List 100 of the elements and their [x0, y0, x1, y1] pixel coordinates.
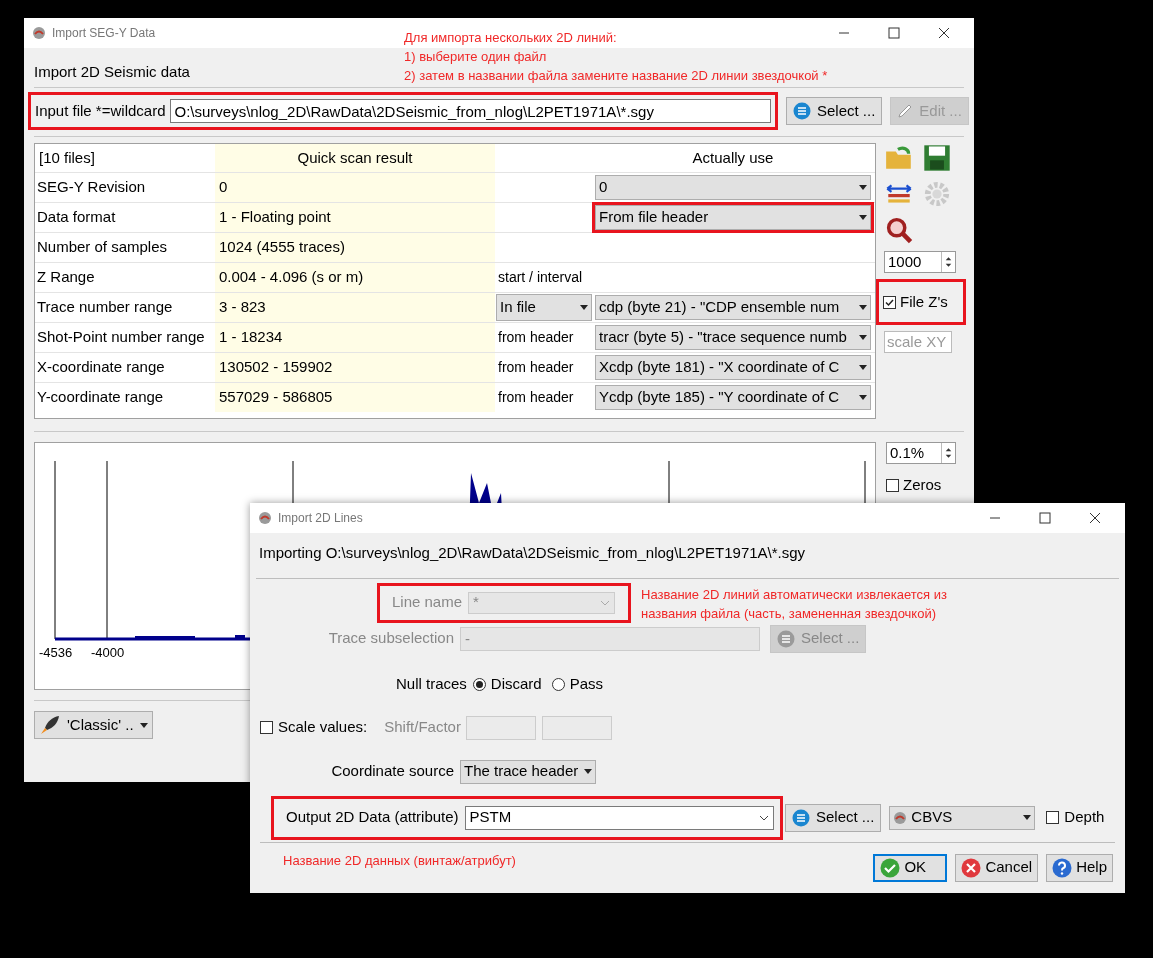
help-icon	[1052, 857, 1073, 878]
use-dropdown[interactable]: Ycdp (byte 185) - "Y coordinate of C	[595, 385, 871, 410]
list-icon	[793, 102, 811, 120]
caret-icon	[1023, 815, 1032, 820]
column-header: Quick scan result	[215, 144, 495, 172]
table-cell-text: start / interval	[497, 268, 584, 287]
table-cell-text: from header	[497, 328, 575, 347]
pencil-icon	[897, 103, 914, 119]
radio-button[interactable]	[551, 678, 565, 691]
radio-label: Discard	[490, 674, 542, 695]
close-icon[interactable]	[938, 27, 950, 39]
output-dropdown[interactable]: PSTM	[464, 805, 774, 830]
select-button[interactable]: Select ...	[785, 803, 882, 832]
cancel-icon	[961, 857, 982, 878]
caret-icon	[859, 395, 867, 400]
checkbox[interactable]	[1046, 811, 1060, 824]
app-icon	[258, 511, 272, 525]
field-label: Output 2D Data (attribute)	[286, 807, 460, 828]
checkbox[interactable]	[260, 721, 273, 734]
use-dropdown[interactable]: tracr (byte 5) - "trace sequence numb	[595, 325, 871, 350]
annotation-text: Название 2D данных (винтаж/атрибут)	[283, 851, 516, 870]
source-dropdown[interactable]: In file	[496, 294, 592, 321]
caret-icon	[580, 305, 588, 310]
dialog-button[interactable]: Cancel	[955, 853, 1039, 882]
checkbox-label: File Z's	[900, 291, 948, 312]
use-dropdown[interactable]: Xcdp (byte 181) - "X coordinate of C	[595, 355, 871, 380]
axis-tick-label: -4536	[39, 645, 73, 660]
caret-icon	[584, 769, 593, 774]
coordinate-source-dropdown[interactable]: The trace header	[460, 759, 597, 784]
table-cell: 0.004 - 4.096 (s or m)	[215, 263, 495, 292]
table-cell-text: Y-coordinate range	[36, 387, 165, 408]
select-button[interactable]: Select ...	[786, 97, 883, 125]
spin-field[interactable]: 0.1%	[886, 442, 956, 464]
spin-field[interactable]: 1000	[884, 251, 956, 273]
radio-label: Pass	[569, 674, 604, 695]
checkbox-label: Zeros	[903, 475, 942, 495]
use-dropdown[interactable]: 0	[595, 175, 871, 200]
checkbox-label: Scale values:	[278, 717, 368, 738]
table-cell-text: Shot-Point number range	[36, 327, 206, 348]
axis-tick-label: -4000	[91, 645, 125, 660]
caret-icon	[859, 215, 867, 220]
annotation-text: 1) выберите один файл	[404, 48, 548, 66]
table-cell: 1 - 18234	[215, 323, 495, 352]
checkbox[interactable]	[883, 295, 896, 309]
window-title: Import 2D Lines	[278, 510, 363, 527]
classic-button[interactable]: 'Classic' ..	[34, 711, 153, 739]
radio-button[interactable]	[472, 678, 486, 691]
format-dropdown[interactable]: CBVS	[889, 805, 1036, 830]
table-cell: 1024 (4555 traces)	[215, 233, 495, 262]
table-cell: 557029 - 586805	[215, 383, 495, 412]
column-header: [10 files]	[38, 147, 96, 168]
field-label: Line name	[392, 592, 464, 613]
annotation-text: названия файла (часть, замененная звездочкой)	[641, 604, 937, 623]
use-dropdown[interactable]: From file header	[595, 205, 871, 230]
dialog-button[interactable]: Help	[1046, 853, 1113, 882]
table-cell: 1 - Floating point	[215, 203, 495, 232]
caret-icon	[859, 365, 867, 370]
dialog-button[interactable]: OK	[873, 853, 948, 882]
table-cell-text: Data format	[36, 207, 117, 228]
scale-xy-field[interactable]: scale XY	[884, 331, 952, 353]
checkbox[interactable]	[886, 478, 899, 492]
input-file-field[interactable]: O:\surveys\nlog_2D\RawData\2DSeismic_from_nlog\L2PET1971A\*.sgy	[169, 99, 771, 123]
table-cell: 3 - 823	[215, 293, 495, 322]
table-cell-text: Z Range	[36, 267, 96, 288]
table-cell-text: Number of samples	[36, 237, 169, 258]
caret-icon	[139, 722, 148, 728]
annotation-text: Для импорта нескольких 2D линий:	[404, 29, 618, 47]
annotation-text: Название 2D линий автоматически извлекается из	[641, 585, 947, 604]
magnifier-icon[interactable]	[884, 215, 914, 245]
list-icon	[777, 629, 795, 648]
table-cell-text: X-coordinate range	[36, 357, 166, 378]
caret-icon	[859, 185, 867, 190]
importing-text: Importing O:\surveys\nlog_2D\RawData\2DSeismic_from_nlog\L2PET1971A\*.sgy	[258, 543, 807, 563]
close-icon[interactable]	[1089, 512, 1101, 524]
app-icon	[893, 810, 908, 825]
use-dropdown[interactable]: cdp (byte 21) - "CDP ensemble num	[595, 295, 871, 320]
table-cell-text: SEG-Y Revision	[36, 177, 147, 198]
field-label: Trace subselection	[327, 628, 455, 649]
field-label: Shift/Factor	[384, 717, 461, 738]
caret-icon	[859, 335, 867, 340]
chevron-icon	[759, 814, 769, 821]
table-cell-text: from header	[497, 358, 575, 377]
field-label: Null traces	[396, 674, 467, 695]
table-cell: 130502 - 159902	[215, 353, 495, 382]
field-label: Input file *=wildcard	[35, 100, 166, 121]
dialog-heading: Import 2D Seismic data	[34, 63, 190, 80]
maximize-icon[interactable]	[1039, 512, 1051, 524]
caret-icon	[859, 305, 867, 310]
list-icon	[792, 808, 810, 827]
check-icon	[880, 857, 901, 878]
table-cell: 0	[215, 173, 495, 202]
annotation-text: 2) затем в названии файла замените название 2D линии звездочкой *	[404, 67, 828, 85]
chevron-icon	[600, 599, 611, 606]
checkbox-label: Depth	[1064, 807, 1105, 828]
maximize-icon[interactable]	[888, 27, 900, 39]
table-cell-text: from header	[497, 388, 575, 407]
save-icon[interactable]	[922, 143, 952, 173]
table-cell-text: Trace number range	[36, 297, 174, 318]
column-header: Actually use	[691, 147, 775, 168]
app-icon	[32, 26, 46, 40]
